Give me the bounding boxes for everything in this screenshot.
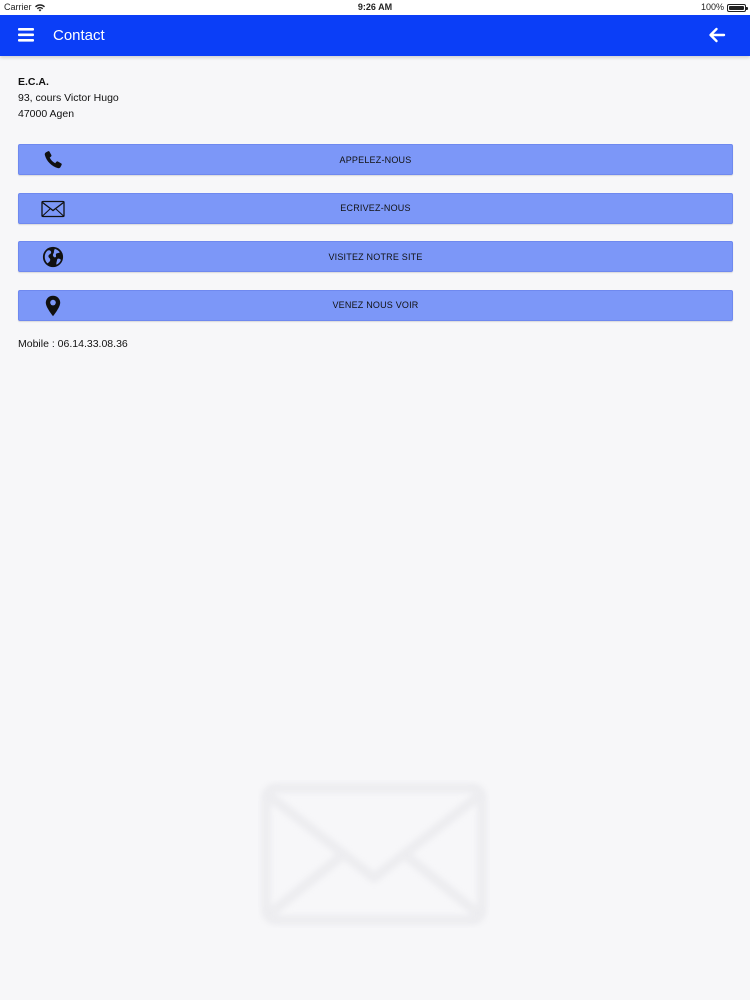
address-street: 93, cours Victor Hugo <box>18 92 119 104</box>
envelope-icon <box>41 198 65 220</box>
call-button[interactable]: APPELEZ-NOUS <box>18 144 733 175</box>
website-button[interactable]: VISITEZ NOTRE SITE <box>18 241 733 272</box>
contact-content: E.C.A. 93, cours Victor Hugo 47000 Agen … <box>18 74 733 350</box>
page-title: Contact <box>53 27 105 44</box>
company-name: E.C.A. <box>18 76 49 88</box>
globe-icon <box>41 246 65 268</box>
clock: 9:26 AM <box>357 2 393 12</box>
directions-button-label: VENEZ NOUS VOIR <box>332 300 419 310</box>
phone-icon <box>41 149 65 171</box>
email-button-label: ECRIVEZ-NOUS <box>340 203 411 213</box>
directions-button[interactable]: VENEZ NOUS VOIR <box>18 289 733 321</box>
battery-icon <box>727 3 748 12</box>
map-pin-icon <box>41 295 65 317</box>
envelope-watermark-icon <box>258 780 490 928</box>
back-button[interactable] <box>708 26 726 44</box>
battery-indicator: 100% <box>700 0 748 15</box>
website-button-label: VISITEZ NOTRE SITE <box>328 251 423 262</box>
address-city: 47000 Agen <box>18 108 75 120</box>
battery-percentage: 100% <box>700 2 724 12</box>
app-bar: Contact <box>0 15 750 56</box>
call-button-label: APPELEZ-NOUS <box>339 154 412 165</box>
action-list: APPELEZ-NOUS ECRIVEZ-NOUS VISITEZ NOTRE … <box>18 144 733 321</box>
arrow-left-icon <box>709 27 726 43</box>
menu-button[interactable] <box>18 27 36 43</box>
email-button[interactable]: ECRIVEZ-NOUS <box>18 192 733 224</box>
status-bar: Carrier 9:26 AM 100% <box>0 0 750 15</box>
mobile-phone-number: Mobile : 06.14.33.08.36 <box>18 338 128 350</box>
hamburger-menu-icon <box>18 28 34 42</box>
address-block: E.C.A. 93, cours Victor Hugo 47000 Agen <box>18 74 733 122</box>
